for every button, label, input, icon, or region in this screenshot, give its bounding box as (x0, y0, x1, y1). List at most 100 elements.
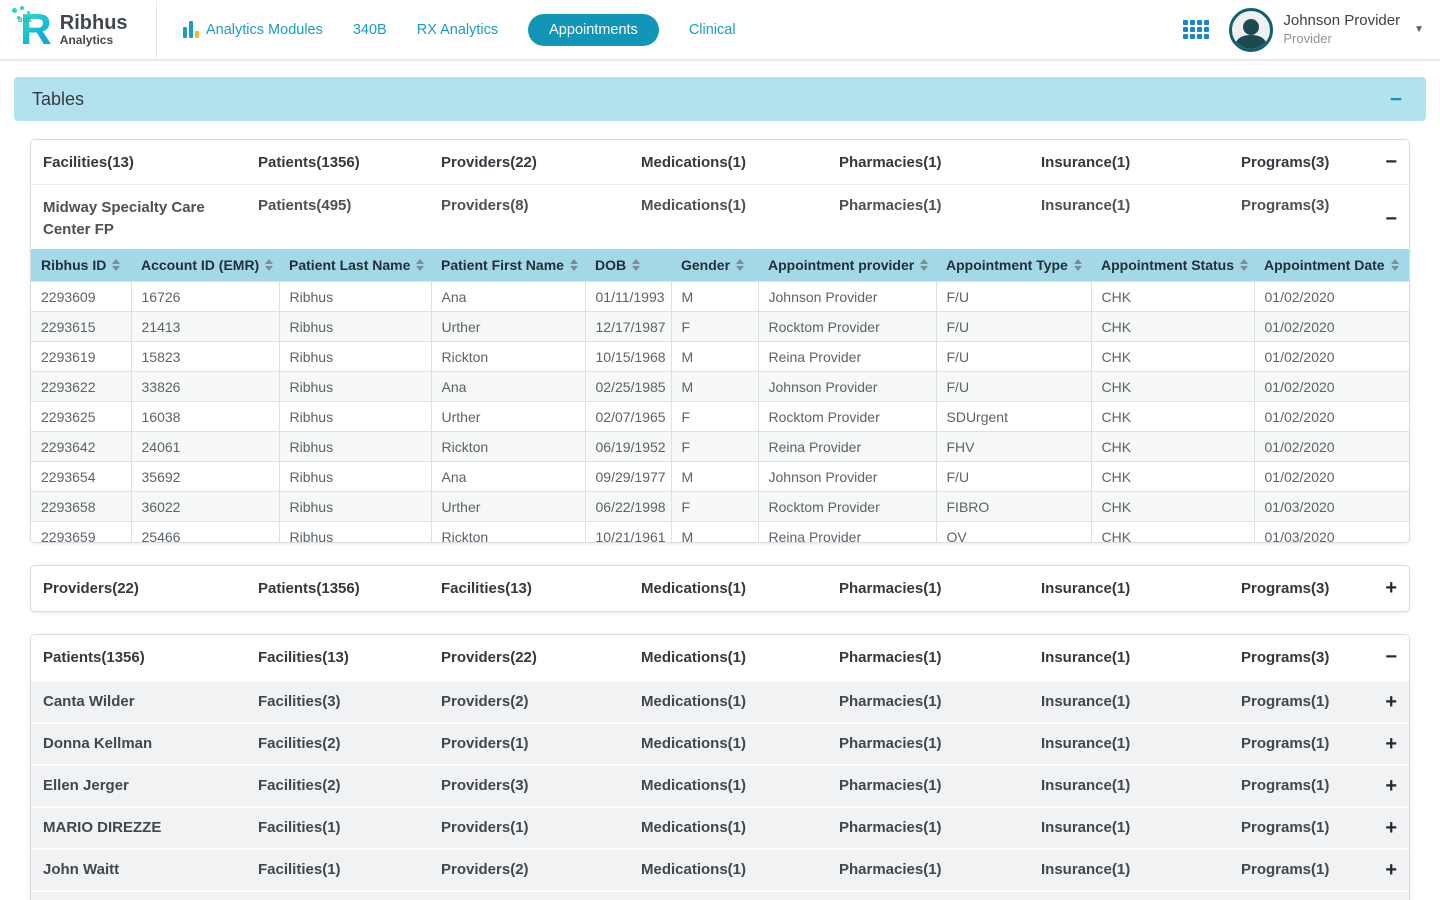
cell-appt-date: 01/03/2020 (1254, 492, 1409, 522)
patient-stat: Programs(1) (1241, 819, 1363, 836)
patient-stat: Facilities(3) (258, 693, 441, 710)
cell-ribhus-id: 2293609 (31, 282, 131, 312)
sort-icon[interactable] (736, 259, 744, 271)
nav-item-340b[interactable]: 340B (353, 22, 387, 38)
collapse-icon[interactable]: − (1385, 209, 1397, 229)
collapse-icon[interactable]: − (1385, 152, 1397, 172)
patient-stat: Medications(1) (641, 693, 839, 710)
cell-dob: 10/21/1961 (585, 522, 671, 542)
expand-icon[interactable]: + (1385, 734, 1397, 754)
cell-gender: M (671, 342, 758, 372)
patient-stat: Programs(1) (1241, 693, 1363, 710)
cell-last-name: Ribhus (279, 432, 431, 462)
brand-name: Ribhus (60, 13, 128, 34)
summary-stat: Medications(1) (641, 649, 839, 666)
column-header-appt-provider[interactable]: Appointment provider (758, 249, 936, 282)
summary-stat: Insurance(1) (1041, 649, 1241, 666)
column-header-appt-status[interactable]: Appointment Status (1091, 249, 1254, 282)
chevron-down-icon[interactable]: ▼ (1414, 24, 1424, 35)
patient-row[interactable]: Canta Wilder Facilities(3) Providers(2) … (31, 680, 1409, 722)
expand-icon[interactable]: + (1385, 578, 1397, 598)
patient-row[interactable]: Donna Kellman Facilities(2) Providers(1)… (31, 722, 1409, 764)
cell-appt-provider: Reina Provider (758, 432, 936, 462)
patient-row[interactable]: John Waitt Facilities(1) Providers(2) Me… (31, 848, 1409, 890)
tables-collapse-icon[interactable]: − (1390, 89, 1402, 110)
cell-appt-type: F/U (936, 462, 1091, 492)
patient-name: John Waitt (43, 861, 258, 878)
expand-icon[interactable]: + (1385, 818, 1397, 838)
column-header-dob[interactable]: DOB (585, 249, 671, 282)
nav-item-analytics-modules[interactable]: Analytics Modules (183, 21, 323, 38)
cell-appt-type: FIBRO (936, 492, 1091, 522)
appointments-table-viewport[interactable]: Ribhus ID Account ID (EMR) Patient Last … (31, 249, 1409, 542)
facility-sub-header[interactable]: Midway Specialty Care Center FP Patients… (31, 185, 1409, 249)
collapse-icon[interactable]: − (1385, 647, 1397, 667)
patient-name: Ellen Jerger (43, 777, 258, 794)
providers-summary-header[interactable]: Providers(22) Patients(1356) Facilities(… (31, 566, 1409, 611)
patient-stat: Insurance(1) (1041, 777, 1241, 794)
nav-item-clinical[interactable]: Clinical (689, 22, 736, 38)
patient-stat: Pharmacies(1) (839, 735, 1041, 752)
patient-stat: Pharmacies(1) (839, 777, 1041, 794)
cell-appt-provider: Reina Provider (758, 342, 936, 372)
brand-logo[interactable]: BUS R Ribhus Analytics (20, 10, 138, 50)
column-header-account-id[interactable]: Account ID (EMR) (131, 249, 279, 282)
column-header-gender[interactable]: Gender (671, 249, 758, 282)
sort-icon[interactable] (112, 259, 120, 271)
expand-icon[interactable]: + (1385, 776, 1397, 796)
cell-ribhus-id: 2293654 (31, 462, 131, 492)
column-header-appt-date[interactable]: Appointment Date (1254, 249, 1409, 282)
nav-item-appointments-active[interactable]: Appointments (528, 14, 659, 46)
cell-dob: 06/19/1952 (585, 432, 671, 462)
cell-ribhus-id: 2293658 (31, 492, 131, 522)
sort-icon[interactable] (416, 259, 424, 271)
cell-appt-status: CHK (1091, 462, 1254, 492)
cell-dob: 01/11/1993 (585, 282, 671, 312)
cell-appt-date: 01/02/2020 (1254, 282, 1409, 312)
table-row: 2293622 33826 Ribhus Ana 02/25/1985 M Jo… (31, 372, 1409, 402)
patient-stat: Insurance(1) (1041, 861, 1241, 878)
cell-appt-date: 01/02/2020 (1254, 372, 1409, 402)
table-row: 2293625 16038 Ribhus Urther 02/07/1965 F… (31, 402, 1409, 432)
cell-last-name: Ribhus (279, 312, 431, 342)
sort-icon[interactable] (1391, 259, 1399, 271)
patients-summary-header[interactable]: Patients(1356) Facilities(13) Providers(… (31, 635, 1409, 680)
cell-appt-status: CHK (1091, 492, 1254, 522)
column-header-ribhus-id[interactable]: Ribhus ID (31, 249, 131, 282)
column-header-appt-type[interactable]: Appointment Type (936, 249, 1091, 282)
column-header-last-name[interactable]: Patient Last Name (279, 249, 431, 282)
tables-panel-title: Tables (32, 89, 84, 110)
cell-account-id: 15823 (131, 342, 279, 372)
facilities-summary-header[interactable]: Facilities(13) Patients(1356) Providers(… (31, 140, 1409, 185)
facility-name: Midway Specialty Care Center FP (43, 197, 258, 241)
apps-grid-icon[interactable] (1183, 20, 1209, 39)
patient-row[interactable]: Mark Meadows Facilities(1) Providers(2) … (31, 890, 1409, 900)
column-header-first-name[interactable]: Patient First Name (431, 249, 585, 282)
patient-row[interactable]: Ellen Jerger Facilities(2) Providers(3) … (31, 764, 1409, 806)
sort-icon[interactable] (1240, 259, 1248, 271)
sort-icon[interactable] (632, 259, 640, 271)
cell-ribhus-id: 2293619 (31, 342, 131, 372)
cell-account-id: 33826 (131, 372, 279, 402)
sort-icon[interactable] (570, 259, 578, 271)
cell-appt-date: 01/03/2020 (1254, 522, 1409, 542)
cell-appt-date: 01/02/2020 (1254, 432, 1409, 462)
tables-panel-header[interactable]: Tables − (14, 77, 1426, 121)
nav-item-rx-analytics[interactable]: RX Analytics (417, 22, 498, 38)
user-menu[interactable]: Johnson Provider Provider ▼ (1229, 8, 1424, 52)
patient-row[interactable]: MARIO DIREZZE Facilities(1) Providers(1)… (31, 806, 1409, 848)
sort-icon[interactable] (920, 259, 928, 271)
cell-appt-date: 01/02/2020 (1254, 312, 1409, 342)
cell-appt-provider: Rocktom Provider (758, 402, 936, 432)
cell-first-name: Ana (431, 282, 585, 312)
expand-icon[interactable]: + (1385, 860, 1397, 880)
expand-icon[interactable]: + (1385, 692, 1397, 712)
header-divider (156, 1, 157, 59)
cell-appt-date: 01/02/2020 (1254, 462, 1409, 492)
patient-stat: Pharmacies(1) (839, 861, 1041, 878)
cell-appt-type: F/U (936, 312, 1091, 342)
sort-icon[interactable] (265, 259, 273, 271)
sort-icon[interactable] (1074, 259, 1082, 271)
cell-appt-provider: Johnson Provider (758, 462, 936, 492)
facilities-card: Facilities(13) Patients(1356) Providers(… (30, 139, 1410, 543)
